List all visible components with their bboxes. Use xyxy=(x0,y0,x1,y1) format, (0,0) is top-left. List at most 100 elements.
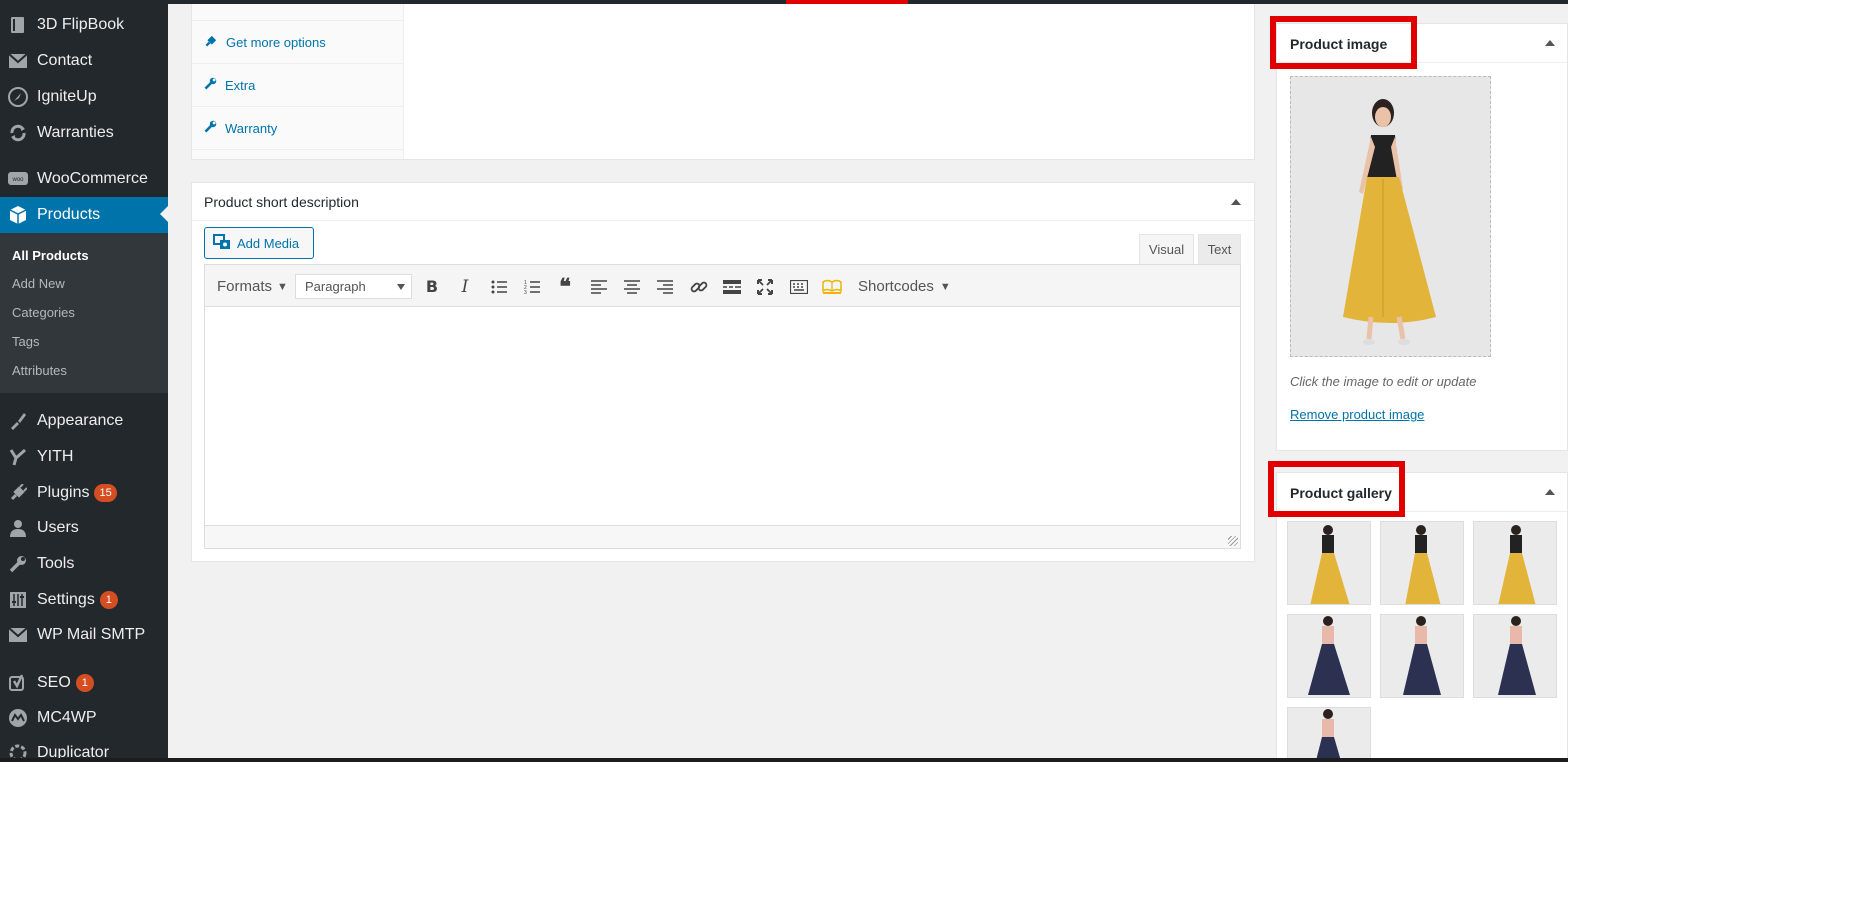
seo-badge: 1 xyxy=(75,674,94,692)
submenu-attributes[interactable]: Attributes xyxy=(12,363,67,378)
highlight-frame xyxy=(1268,461,1405,517)
right-sidebar: Product image Click the image to edit or… xyxy=(1268,0,1568,760)
product-image[interactable] xyxy=(1290,76,1491,357)
fullscreen-icon[interactable] xyxy=(753,265,777,308)
menu-item-plugins[interactable]: Plugins 15 xyxy=(0,476,168,510)
product-data-tabs: Get more options Extra Warranty xyxy=(192,0,404,159)
menu-item-woocommerce[interactable]: woo WooCommerce xyxy=(0,162,168,196)
short-description-title: Product short description xyxy=(204,194,359,210)
formats-dropdown[interactable]: Formats ▼ xyxy=(217,265,288,308)
numbered-list-icon[interactable]: 123 xyxy=(520,265,544,308)
woo-icon: woo xyxy=(8,169,28,189)
gallery-thumbnail[interactable] xyxy=(1287,614,1371,698)
wrench-icon xyxy=(204,77,217,93)
admin-screen: 3D FlipBook Contact IgniteUp Warranties … xyxy=(0,0,1568,760)
mc4wp-icon xyxy=(8,708,28,728)
menu-item-mc4wp[interactable]: MC4WP xyxy=(0,701,168,735)
top-highlight-edge xyxy=(786,0,908,4)
submenu-categories[interactable]: Categories xyxy=(12,305,75,320)
menu-item-users[interactable]: Users xyxy=(0,511,168,545)
menu-item-duplicator[interactable]: Duplicator xyxy=(0,736,168,760)
plug-icon xyxy=(204,34,218,51)
submenu-all-products[interactable]: All Products xyxy=(12,248,89,263)
caret-down-icon xyxy=(397,284,405,290)
wrench-icon xyxy=(204,120,217,136)
menu-item-wp-mail-smtp[interactable]: WP Mail SMTP xyxy=(0,618,168,652)
user-icon xyxy=(8,518,28,538)
bottom-edge xyxy=(0,758,1568,762)
short-description-box: Product short description Add Media Visu… xyxy=(191,182,1255,562)
svg-text:3: 3 xyxy=(524,290,527,294)
svg-text:woo: woo xyxy=(11,177,24,183)
data-tab-warranty[interactable]: Warranty xyxy=(192,107,404,150)
short-description-editor[interactable] xyxy=(204,307,1241,526)
align-left-icon[interactable] xyxy=(587,265,611,308)
mail-icon xyxy=(8,625,28,645)
products-submenu: All Products Add New Categories Tags Att… xyxy=(0,233,168,393)
paragraph-select[interactable]: Paragraph xyxy=(295,274,412,299)
tab-visual[interactable]: Visual xyxy=(1139,234,1194,264)
toolbar-toggle-icon[interactable] xyxy=(787,265,811,308)
plugins-update-badge: 15 xyxy=(94,484,117,502)
flipbook-icon[interactable] xyxy=(820,265,844,308)
envelope-icon xyxy=(8,51,28,71)
shortcodes-dropdown[interactable]: Shortcodes ▼ xyxy=(858,265,951,308)
book-icon xyxy=(8,15,28,35)
data-tab-extra[interactable]: Extra xyxy=(192,64,404,107)
menu-item-appearance[interactable]: Appearance xyxy=(0,404,168,438)
gallery-thumbnail[interactable] xyxy=(1380,614,1464,698)
brush-icon xyxy=(8,411,28,431)
product-data-panel: Get more options Extra Warranty xyxy=(191,0,1255,160)
plug-icon xyxy=(8,483,28,503)
menu-item-seo[interactable]: SEO 1 xyxy=(0,666,168,700)
yith-icon xyxy=(8,447,28,467)
sliders-icon xyxy=(8,590,28,610)
wrench-icon xyxy=(8,554,28,574)
blockquote-icon[interactable]: ❝ xyxy=(553,265,577,308)
gallery-thumbnail[interactable] xyxy=(1473,614,1557,698)
toggle-panel-icon[interactable] xyxy=(1545,40,1555,46)
remove-product-image-link[interactable]: Remove product image xyxy=(1290,407,1424,422)
settings-badge: 1 xyxy=(99,591,118,609)
editor-toolbar: Formats ▼ Paragraph B I 123 ❝ Shortcodes… xyxy=(204,264,1241,307)
menu-item-products[interactable]: Products xyxy=(0,197,168,233)
read-more-icon[interactable] xyxy=(720,265,744,308)
submenu-tags[interactable]: Tags xyxy=(12,334,39,349)
toggle-panel-icon[interactable] xyxy=(1231,199,1241,205)
italic-icon[interactable]: I xyxy=(453,265,477,308)
caret-down-icon: ▼ xyxy=(939,280,951,293)
divider xyxy=(192,220,1254,221)
menu-item-contact[interactable]: Contact xyxy=(0,44,168,78)
yoast-icon xyxy=(8,673,28,693)
align-center-icon[interactable] xyxy=(620,265,644,308)
gallery-thumbnail[interactable] xyxy=(1380,521,1464,605)
link-icon[interactable] xyxy=(687,265,711,308)
menu-item-tools[interactable]: Tools xyxy=(0,547,168,581)
submenu-add-new[interactable]: Add New xyxy=(12,276,65,291)
gallery-thumbnail[interactable] xyxy=(1473,521,1557,605)
add-media-button[interactable]: Add Media xyxy=(204,227,314,259)
media-icon xyxy=(213,233,231,253)
toggle-panel-icon[interactable] xyxy=(1545,489,1555,495)
resize-handle-icon[interactable] xyxy=(1228,536,1238,546)
bullet-list-icon[interactable] xyxy=(487,265,511,308)
refresh-icon xyxy=(8,123,28,143)
highlight-frame xyxy=(1270,16,1417,69)
data-tab-get-more-options[interactable]: Get more options xyxy=(192,21,404,64)
product-image-box: Product image Click the image to edit or… xyxy=(1276,23,1568,451)
menu-item-settings[interactable]: Settings 1 xyxy=(0,583,168,617)
tab-text[interactable]: Text xyxy=(1198,234,1241,264)
bold-icon[interactable]: B xyxy=(420,265,444,308)
menu-item-3d-flipbook[interactable]: 3D FlipBook xyxy=(0,8,168,42)
image-edit-hint: Click the image to edit or update xyxy=(1290,374,1477,389)
cube-icon xyxy=(8,205,28,225)
editor-status-bar xyxy=(204,525,1241,549)
align-right-icon[interactable] xyxy=(653,265,677,308)
menu-item-warranties[interactable]: Warranties xyxy=(0,116,168,150)
woman-in-yellow-skirt-photo xyxy=(1291,77,1490,356)
gallery-thumbnail[interactable] xyxy=(1287,707,1371,760)
caret-down-icon: ▼ xyxy=(277,280,288,293)
menu-item-igniteup[interactable]: IgniteUp xyxy=(0,80,168,114)
gallery-thumbnail[interactable] xyxy=(1287,521,1371,605)
menu-item-yith[interactable]: YITH xyxy=(0,440,168,474)
